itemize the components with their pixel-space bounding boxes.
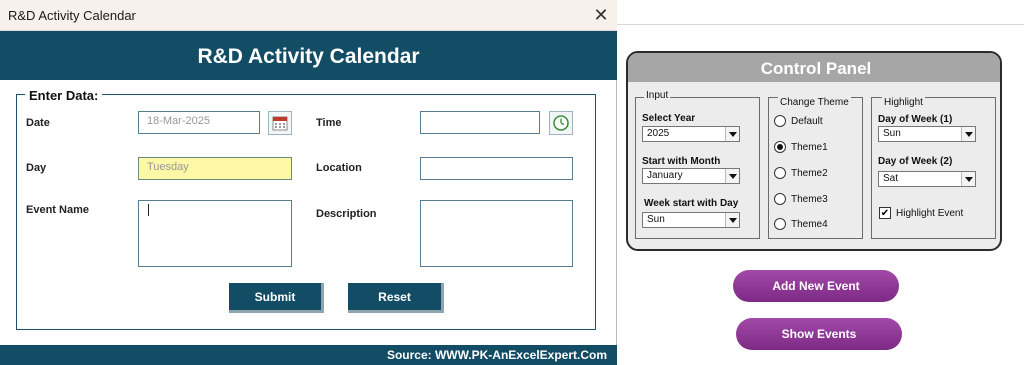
show-events-button[interactable]: Show Events — [736, 318, 902, 350]
select-year-value: 2025 — [647, 128, 670, 139]
day-field[interactable]: Tuesday — [138, 157, 292, 180]
dow1-dropdown[interactable]: Sun — [878, 126, 976, 142]
control-panel-title: Control Panel — [760, 59, 872, 78]
enter-data-legend: Enter Data: — [25, 88, 103, 103]
chevron-down-icon — [961, 127, 975, 141]
description-label: Description — [316, 208, 377, 220]
form-title: R&D Activity Calendar — [197, 45, 420, 68]
theme-option-label: Theme1 — [791, 142, 828, 153]
highlight-event-label: Highlight Event — [896, 208, 964, 219]
dow2-label: Day of Week (2) — [878, 156, 953, 167]
text-cursor — [148, 204, 149, 216]
description-field[interactable] — [420, 200, 573, 267]
reset-button[interactable]: Reset — [348, 283, 444, 313]
select-year-label: Select Year — [642, 113, 696, 124]
calendar-icon[interactable] — [268, 111, 292, 135]
date-label: Date — [26, 117, 50, 129]
event-name-field[interactable] — [138, 200, 292, 267]
chevron-down-icon — [725, 127, 739, 141]
clock-icon[interactable] — [549, 111, 573, 135]
theme-radio-theme3[interactable] — [774, 193, 786, 205]
control-panel-header: Control Panel — [628, 53, 1000, 82]
start-month-label: Start with Month — [642, 156, 721, 167]
control-panel: Control Panel Input Select Year 2025 Sta… — [626, 51, 1002, 251]
week-start-label: Week start with Day — [644, 198, 739, 209]
chevron-down-icon — [725, 169, 739, 183]
start-month-dropdown[interactable]: January — [642, 168, 740, 184]
highlight-event-checkbox[interactable]: ✔ — [879, 207, 891, 219]
chevron-down-icon — [725, 213, 739, 227]
theme-option-label: Default — [791, 116, 823, 127]
theme-radio-theme2[interactable] — [774, 167, 786, 179]
theme-group-label: Change Theme — [778, 97, 851, 108]
worksheet-gridline — [617, 24, 1024, 25]
day-label: Day — [26, 162, 47, 174]
week-start-value: Sun — [647, 214, 665, 225]
start-month-value: January — [647, 170, 683, 181]
source-text: Source: WWW.PK-AnExcelExpert.Com — [386, 348, 607, 362]
form-header: R&D Activity Calendar — [0, 31, 617, 80]
location-label: Location — [316, 162, 362, 174]
dow2-value: Sat — [883, 173, 899, 184]
chevron-down-icon — [961, 172, 975, 186]
footer-bar: Source: WWW.PK-AnExcelExpert.Com — [0, 345, 617, 365]
highlight-group-label: Highlight — [882, 97, 925, 108]
theme-radio-default[interactable] — [774, 115, 786, 127]
input-group-label: Input — [644, 90, 671, 101]
close-icon[interactable]: ✕ — [590, 4, 612, 26]
theme-option-label: Theme3 — [791, 194, 828, 205]
theme-radio-theme1[interactable] — [774, 141, 786, 153]
window-title: R&D Activity Calendar — [8, 8, 136, 23]
time-field[interactable] — [420, 111, 540, 134]
week-start-dropdown[interactable]: Sun — [642, 212, 740, 228]
select-year-dropdown[interactable]: 2025 — [642, 126, 740, 142]
event-entry-dialog: R&D Activity Calendar ✕ R&D Activity Cal… — [0, 0, 617, 365]
location-field[interactable] — [420, 157, 573, 180]
time-label: Time — [316, 117, 342, 129]
dow1-label: Day of Week (1) — [878, 114, 953, 125]
theme-option-label: Theme2 — [791, 168, 828, 179]
dow2-dropdown[interactable]: Sat — [878, 171, 976, 187]
dow1-value: Sun — [883, 128, 901, 139]
add-new-event-button[interactable]: Add New Event — [733, 270, 899, 302]
event-name-label: Event Name — [26, 204, 89, 216]
title-bar: R&D Activity Calendar ✕ — [0, 0, 617, 31]
date-field[interactable]: 18-Mar-2025 — [138, 111, 260, 134]
theme-radio-theme4[interactable] — [774, 218, 786, 230]
submit-button[interactable]: Submit — [229, 283, 324, 313]
theme-option-label: Theme4 — [791, 219, 828, 230]
